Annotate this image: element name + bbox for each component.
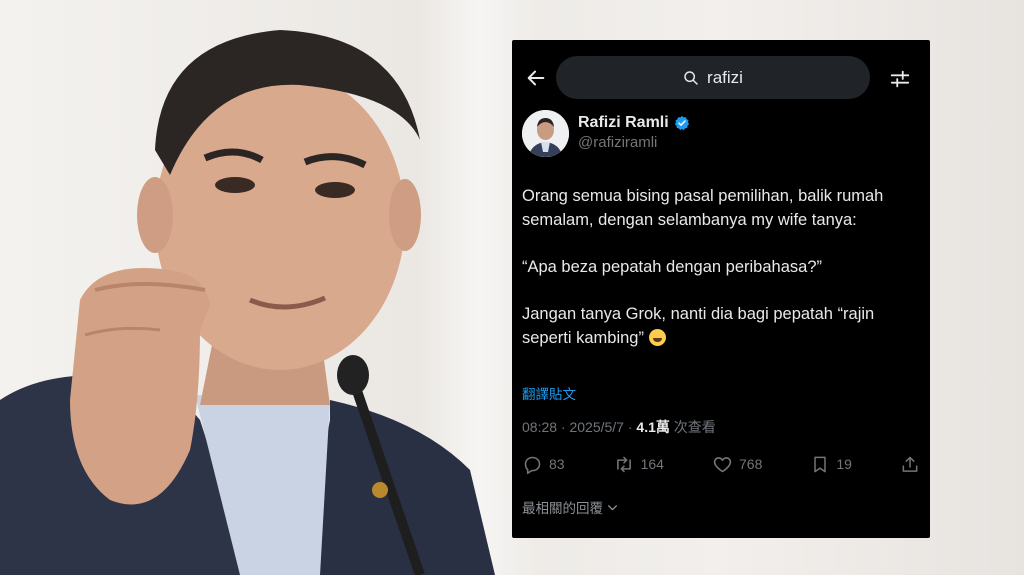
- top-bar: rafizi: [512, 40, 930, 116]
- tweet-meta: 08:28 · 2025/5/7 · 4.1萬 次查看: [522, 417, 716, 437]
- filter-icon: [890, 70, 910, 88]
- like-button[interactable]: 768: [712, 454, 762, 475]
- person-photo: [0, 30, 495, 575]
- share-icon: [902, 456, 918, 472]
- user-handle[interactable]: @rafiziramli: [578, 134, 657, 151]
- timestamp[interactable]: 08:28 · 2025/5/7 ·: [522, 419, 636, 435]
- like-count: 768: [739, 456, 763, 472]
- back-button[interactable]: [522, 64, 550, 92]
- chevron-down-icon: [608, 504, 617, 510]
- tweet-body: Orang semua bising pasal pemilihan, bali…: [522, 184, 922, 373]
- search-icon: [684, 70, 698, 85]
- tweet-paragraph: Orang semua bising pasal pemilihan, bali…: [522, 187, 884, 229]
- reply-icon: [524, 456, 541, 474]
- like-icon: [713, 456, 732, 472]
- filter-button[interactable]: [887, 66, 913, 92]
- search-query: rafizi: [707, 67, 743, 87]
- translate-post-link[interactable]: 翻譯貼文: [522, 383, 576, 403]
- reply-button[interactable]: 83: [522, 454, 565, 475]
- repost-count: 164: [640, 456, 664, 472]
- views-count: 4.1萬: [636, 419, 670, 435]
- bookmark-count: 19: [836, 456, 852, 472]
- tweet-paragraph-last: Jangan tanya Grok, nanti dia bagi pepata…: [522, 302, 922, 350]
- views-label: 次查看: [669, 419, 716, 435]
- search-input[interactable]: rafizi: [556, 56, 870, 99]
- bookmark-icon: [814, 456, 827, 472]
- tweet-paragraph: “Apa beza pepatah dengan peribahasa?”: [522, 258, 822, 276]
- tweet-paragraph: Jangan tanya Grok, nanti dia bagi pepata…: [522, 305, 875, 347]
- verified-badge-icon: [674, 116, 689, 131]
- tweet-screenshot: rafizi Rafizi Ramli @rafiziramli Orang s…: [512, 40, 930, 538]
- sort-label: 最相關的回覆: [522, 501, 603, 516]
- laughing-emoji-icon: [648, 329, 666, 346]
- action-bar: 83 164 768 19: [522, 452, 920, 476]
- avatar[interactable]: [522, 110, 569, 157]
- repost-icon: [616, 456, 631, 472]
- share-button[interactable]: [900, 454, 920, 475]
- replies-sort-dropdown[interactable]: 最相關的回覆: [522, 497, 619, 517]
- repost-button[interactable]: 164: [613, 454, 664, 475]
- author-name-row: Rafizi Ramli: [578, 114, 690, 132]
- display-name[interactable]: Rafizi Ramli: [578, 114, 669, 132]
- back-arrow-icon: [527, 70, 545, 86]
- reply-count: 83: [549, 456, 565, 472]
- bookmark-button[interactable]: 19: [810, 454, 852, 475]
